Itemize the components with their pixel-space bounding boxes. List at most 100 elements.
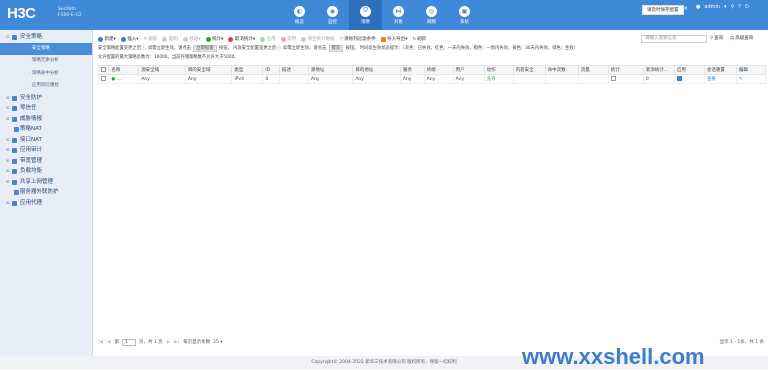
edit-icon[interactable]: ✎ [739,77,743,82]
save-config-alert[interactable]: 请及时保存配置 [642,5,684,15]
toolbar: 新建 ▾ 插入 ▾ ✕ 删除 复制 移动 ▾ 统计 ▾ 取消统计 ▾ 启用 禁用 清空统计数… [98,34,766,44]
select-all-checkbox[interactable] [97,65,110,75]
search-icon[interactable]: ⚲ [731,4,735,10]
sidebar-item-bandwidth[interactable]: ⊞ 带宽管理 [0,156,92,167]
stats-button[interactable]: 统计 ▾ [205,36,223,42]
button-label: 导入导出 [387,37,406,42]
column-header[interactable]: 编辑 [735,65,767,75]
nav-network[interactable]: ◎ 网络 [415,0,448,30]
cell-edit[interactable]: ✎ [735,74,767,84]
column-header[interactable]: 服务 [399,65,425,75]
sidebar-item-threat-intel[interactable]: ⊞ 威胁情报 [0,114,92,125]
sidebar-item-policy-nat[interactable]: 策略NAT [0,124,92,135]
sidebar-sub-redundancy[interactable]: · 策略冗余分析 [0,55,92,68]
column-header[interactable]: 动作 [483,65,514,75]
collapse-icon[interactable]: ⊟ [6,32,9,43]
clear-stats-button[interactable]: 清空统计数据 [301,36,335,42]
cell-stats[interactable] [607,74,644,84]
table-row[interactable]: ● ... Any Any IPv4 0 Any Any Any Any Any… [97,74,767,84]
column-header[interactable]: 类型 [231,65,264,75]
next-page-button[interactable]: ▶ [167,340,170,345]
help-icon[interactable]: ? [738,4,741,10]
plus-icon [98,36,103,42]
username-menu[interactable]: admin [704,4,720,10]
cell-new-stats: 0 [642,74,675,84]
clear-filter-button[interactable]: ▽ 清除列过滤条件 [340,36,376,43]
column-header[interactable]: 目的安全域 [184,65,233,75]
expand-icon[interactable]: ⊞ [6,145,9,156]
expand-icon[interactable]: ⊞ [6,103,9,114]
column-header[interactable]: 内容安全 [512,65,546,75]
per-page-select[interactable]: 25 ▾ [213,340,222,345]
sidebar-item-load-balance[interactable]: ⊞ 负载均衡 [0,166,92,177]
enable-button[interactable]: 启用 [260,36,276,42]
column-header[interactable]: ID [262,65,280,75]
nav-system[interactable]: ▣ 系统 [448,0,481,30]
server-icon [14,190,19,195]
cell-enable[interactable] [673,74,705,84]
sidebar-sub-security-policy[interactable]: · 安全策略 [0,42,92,55]
prev-page-button[interactable]: ◀ [107,340,110,345]
sidebar-item-app-proxy[interactable]: ⊞ 应用代理 [0,198,92,209]
expand-icon[interactable]: ⊞ [6,156,9,167]
logout-icon[interactable]: ⏻ [745,4,749,10]
sidebar-item-server-outbound[interactable]: 服务器外联防护 [0,187,92,198]
expand-icon[interactable]: ⊞ [6,135,9,146]
sidebar-item-security-policy[interactable]: ⊟ 安全策略 [0,32,92,43]
first-page-button[interactable]: |◀ [98,340,103,345]
refresh-button[interactable]: ↻ 刷新 [412,36,426,43]
page-input[interactable]: 1 [121,338,136,346]
column-header[interactable]: 名称 [108,65,140,75]
cancel-stats-button[interactable]: 取消统计 ▾ [228,36,255,42]
column-header[interactable]: 源安全域 [138,65,186,75]
cell-user: Any [452,74,485,84]
column-header[interactable]: 命中次数 [544,65,579,75]
expand-icon[interactable]: ⊞ [6,93,9,104]
insert-button[interactable]: 插入 ▾ [120,36,139,42]
delete-button[interactable]: ✕ 删除 [144,36,158,43]
column-header[interactable]: 流量 [577,65,609,75]
sidebar-sub-app-risk[interactable]: · 应用风险爆扰 [0,80,92,93]
sidebar-item-app-audit[interactable]: ⊞ 应用审计 [0,145,92,156]
column-header[interactable]: 用户 [452,65,485,75]
column-header[interactable]: 启用 [673,65,705,75]
column-header[interactable]: 描述 [278,65,309,75]
expand-icon[interactable]: ⊞ [6,166,9,177]
column-header[interactable]: 会话重置 [703,65,737,75]
move-button[interactable]: 移动 ▾ [182,36,201,42]
column-header[interactable]: 源地址 [307,65,354,75]
search-input[interactable]: 请输入搜索信息 [641,35,707,43]
nav-overview[interactable]: ◐ 概览 [283,0,316,30]
expand-icon[interactable]: ⊞ [6,198,9,209]
nav-object[interactable]: ⋈ 对象 [382,0,415,30]
expand-icon[interactable]: ⊞ [6,114,9,125]
expand-icon[interactable]: ⊞ [6,177,9,188]
cell-name[interactable]: ● ... [108,74,140,84]
column-header[interactable]: 目的地址 [352,65,401,75]
column-header[interactable]: 统计 [607,65,644,75]
nav-monitor[interactable]: ◉ 监控 [316,0,349,30]
sidebar-item-shared-internet[interactable]: ⊞ 共享上网管理 [0,177,92,188]
column-header[interactable]: 终端 [423,65,454,75]
sidebar-item-label: 带宽管理 [20,157,43,164]
import-export-button[interactable]: 导入导出 ▾ [380,36,407,42]
copy-button[interactable]: 复制 [162,36,178,42]
search-button[interactable]: ⚲ 查询 [710,35,723,42]
disable-button[interactable]: 禁用 [280,36,296,42]
accelerate-button[interactable]: 立即加速 [193,45,217,52]
close-icon[interactable]: × [683,5,688,12]
sidebar-item-security-protection[interactable]: ⊞ 安全防护 [0,93,92,104]
new-button[interactable]: 新建 ▾ [98,36,116,42]
chevron-down-icon[interactable]: ▾ [724,4,727,10]
submit-button[interactable]: 提交 [328,45,344,52]
row-checkbox[interactable] [97,74,110,84]
sidebar-item-zero-trust[interactable]: ⊞ 零信任 [0,103,92,114]
nav-policy[interactable]: ⛉ 策略 [349,0,382,30]
column-header[interactable]: 新添统计... [642,65,675,75]
sidebar-sub-hit-analysis[interactable]: · 策略命中分析 [0,68,92,81]
cell-session-reset[interactable]: 查看 [703,74,737,84]
sidebar-item-interface-nat[interactable]: ⊞ 接口NAT [0,135,92,146]
last-page-button[interactable]: ▶| [174,340,179,345]
enable-checkbox[interactable] [676,76,682,81]
advanced-search-button[interactable]: ▤ 高级查询 [730,35,753,42]
